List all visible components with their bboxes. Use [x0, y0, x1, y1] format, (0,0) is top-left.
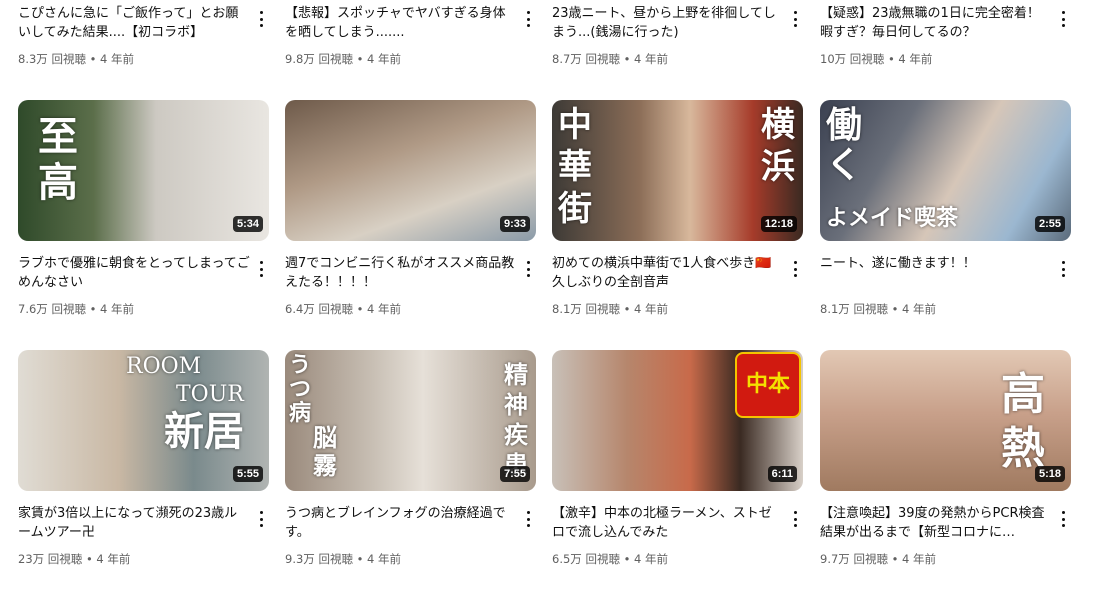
video-meta: 6.4万 回視聴 • 4 年前	[285, 302, 402, 316]
video-meta: 9.7万 回視聴 • 4 年前	[820, 552, 937, 566]
video-duration: 5:18	[1034, 466, 1065, 482]
more-vert-icon[interactable]	[254, 508, 268, 530]
thumbnail-overlay-text: 高熱	[1001, 369, 1045, 474]
video-thumbnail[interactable]: 9:33	[285, 100, 536, 241]
video-meta: 10万 回視聴 • 4 年前	[820, 52, 933, 66]
thumbnail-overlay-text: よメイド喫茶	[826, 206, 959, 231]
video-meta: 23万 回視聴 • 4 年前	[18, 552, 131, 566]
more-vert-icon[interactable]	[1056, 8, 1070, 30]
video-duration: 5:34	[232, 216, 263, 232]
video-meta: 8.1万 回視聴 • 4 年前	[552, 302, 669, 316]
thumbnail-overlay-text: TOUR	[176, 382, 244, 407]
video-title[interactable]: 【悲報】スポッチャでヤバすぎる身体を晒してしまう.......	[285, 4, 517, 42]
more-vert-icon[interactable]	[254, 8, 268, 30]
video-thumbnail[interactable]: 中本 6:11	[552, 350, 803, 491]
video-title[interactable]: ニート、遂に働きます！！	[820, 254, 1052, 273]
video-duration: 9:33	[499, 216, 530, 232]
video-title[interactable]: こぴさんに急に「ご飯作って」とお願いしてみた結果....【初コラボ】	[18, 4, 250, 42]
more-vert-icon[interactable]	[521, 8, 535, 30]
video-title[interactable]: 週7でコンビニ行く私がオススメ商品教えたる！！！！	[285, 254, 517, 292]
video-meta: 6.5万 回視聴 • 4 年前	[552, 552, 669, 566]
more-vert-icon[interactable]	[521, 258, 535, 280]
video-thumbnail[interactable]: 働く よメイド喫茶 2:55	[820, 100, 1071, 241]
thumbnail-overlay-text: 働く	[826, 105, 863, 186]
video-duration: 2:55	[1034, 216, 1065, 232]
video-duration: 6:11	[767, 466, 797, 482]
video-meta: 7.6万 回視聴 • 4 年前	[18, 302, 135, 316]
video-title[interactable]: 【疑惑】23歳無職の1日に完全密着！暇すぎ？毎日何してるの？	[820, 4, 1052, 42]
thumbnail-overlay-text: 横浜	[761, 105, 795, 187]
video-meta: 8.7万 回視聴 • 4 年前	[552, 52, 669, 66]
more-vert-icon[interactable]	[788, 508, 802, 530]
thumbnail-overlay-text: 新居	[164, 409, 244, 455]
video-title[interactable]: うつ病とブレインフォグの治療経過です。	[285, 504, 517, 542]
video-title[interactable]: ラブホで優雅に朝食をとってしまってごめんなさい	[18, 254, 250, 292]
video-title[interactable]: 23歳ニート、昼から上野を徘徊してしまう...(銭湯に行った)	[552, 4, 784, 42]
video-thumbnail[interactable]: うつ病 脳霧 精神疾患 7:55	[285, 350, 536, 491]
video-meta: 8.1万 回視聴 • 4 年前	[820, 302, 937, 316]
video-thumbnail[interactable]: 至高 5:34	[18, 100, 269, 241]
thumbnail-overlay-text: ROOM	[126, 354, 202, 379]
thumbnail-overlay-text: 至高	[38, 114, 78, 206]
video-meta: 9.8万 回視聴 • 4 年前	[285, 52, 402, 66]
video-duration: 5:55	[232, 466, 263, 482]
thumbnail-overlay-text: うつ病	[289, 353, 312, 426]
thumbnail-overlay-text: 精神疾患	[504, 361, 528, 479]
more-vert-icon[interactable]	[521, 508, 535, 530]
video-duration: 7:55	[499, 466, 530, 482]
video-meta: 8.3万 回視聴 • 4 年前	[18, 52, 135, 66]
thumbnail-overlay-text: 脳霧	[313, 424, 337, 480]
more-vert-icon[interactable]	[788, 8, 802, 30]
video-thumbnail[interactable]: ROOM TOUR 新居 5:55	[18, 350, 269, 491]
video-title[interactable]: 【激辛】中本の北極ラーメン、ストゼロで流し込んでみた	[552, 504, 784, 542]
video-meta: 9.3万 回視聴 • 4 年前	[285, 552, 402, 566]
video-thumbnail[interactable]: 高熱 5:18	[820, 350, 1071, 491]
thumbnail-overlay-text: 中華街	[558, 105, 592, 229]
video-title[interactable]: 初めての横浜中華街で1人食べ歩き🇨🇳久しぶりの全剖音声	[552, 254, 784, 292]
video-duration: 12:18	[760, 216, 797, 232]
more-vert-icon[interactable]	[1056, 508, 1070, 530]
more-vert-icon[interactable]	[1056, 258, 1070, 280]
video-thumbnail[interactable]: 中華街 横浜 12:18	[552, 100, 803, 241]
video-title[interactable]: 【注意喚起】39度の発熱からPCR検査結果が出るまで【新型コロナに…	[820, 504, 1052, 542]
more-vert-icon[interactable]	[788, 258, 802, 280]
more-vert-icon[interactable]	[254, 258, 268, 280]
video-title[interactable]: 家賃が3倍以上になって瀕死の23歳ルームツアー卍	[18, 504, 250, 542]
thumbnail-overlay-logo: 中本	[735, 352, 801, 418]
